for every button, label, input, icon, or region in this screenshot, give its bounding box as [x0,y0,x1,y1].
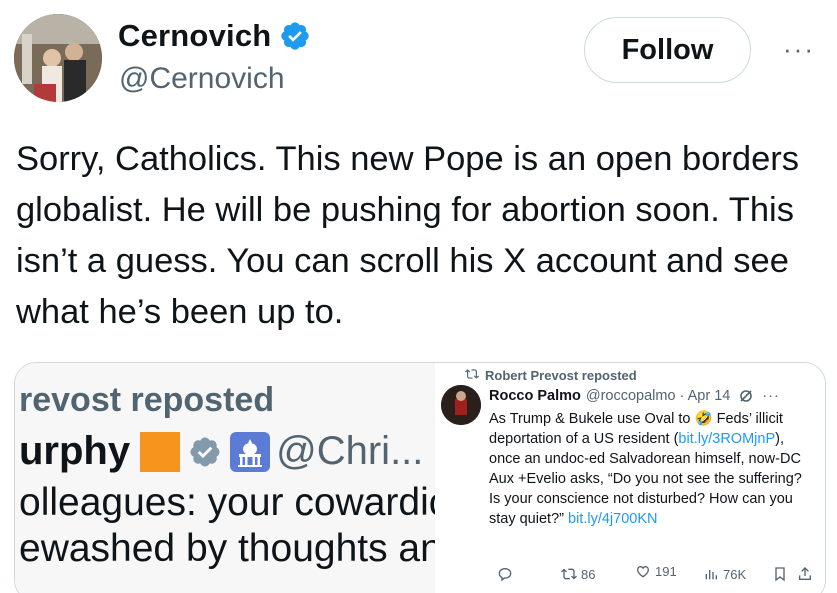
media-left-zoomed-panel: revost reposted urphy @Chri... · olleagu… [15,363,435,593]
embedded-link-2: bit.ly/4j700KN [568,511,658,527]
repost-icon [465,367,479,384]
embedded-body-part-1: As Trump & Bukele use Oval to [489,411,695,427]
repost-count-icon [561,568,577,580]
grok-icon [738,388,754,404]
author-display-name[interactable]: Cernovich [118,18,271,54]
view-count: 76K [723,566,747,582]
embedded-repost-label: Robert Prevost reposted [485,368,637,383]
embedded-post-body: As Trump & Bukele use Oval to 🤣 Feds’ il… [489,409,814,529]
avatar-image [14,14,102,102]
embedded-view-count: 76K [703,566,746,582]
zoomed-name-row: urphy @Chri... · [19,429,435,474]
zoomed-repost-text: revost reposted [19,381,275,419]
gray-verified-badge-icon [188,435,222,469]
author-name-row: Cernovich [118,18,311,54]
zoomed-text-line-2: ewashed by thoughts an [19,527,435,570]
share-icon [797,566,813,582]
embedded-like-count: 191 [635,563,677,579]
tweet-media[interactable]: revost reposted urphy @Chri... · olleagu… [14,362,826,593]
embedded-action-bar: 86 191 76K [497,563,817,588]
reply-icon [497,566,513,582]
repost-count: 86 [581,566,596,582]
like-icon [636,565,650,578]
follow-button[interactable]: Follow [584,17,751,83]
embedded-author-meta: @roccopalmo · Apr 14 [585,388,731,404]
views-icon [705,570,717,580]
verified-badge-icon[interactable] [279,20,311,52]
author-handle[interactable]: @Cernovich [119,62,285,96]
author-avatar[interactable] [14,14,102,102]
bookmark-icon [772,566,788,582]
embedded-more-icon: ··· [762,388,780,404]
capitol-building-icon [230,431,271,472]
embedded-author-name: Rocco Palmo [489,388,581,404]
more-options-icon[interactable]: ··· [779,34,819,64]
zoomed-text-line-1: olleagues: your cowardic [19,481,435,524]
orange-square-icon [140,431,181,472]
embedded-repost-header: Robert Prevost reposted [465,367,637,384]
embedded-repost-count: 86 [561,566,595,582]
tweet-text: Sorry, Catholics. This new Pope is an op… [16,140,800,331]
embedded-author-avatar [441,385,481,425]
zoomed-handle-fragment: @Chri... · [276,429,435,473]
embedded-post-header: Rocco Palmo @roccopalmo · Apr 14 ··· [489,388,780,404]
laughing-emoji-icon: 🤣 [694,411,713,427]
zoomed-name-fragment: urphy [19,429,131,473]
like-count: 191 [655,563,677,579]
media-right-embedded-post: Robert Prevost reposted Rocco Palmo @roc… [435,363,825,593]
embedded-link-1: bit.ly/3ROMjnP [678,431,776,447]
